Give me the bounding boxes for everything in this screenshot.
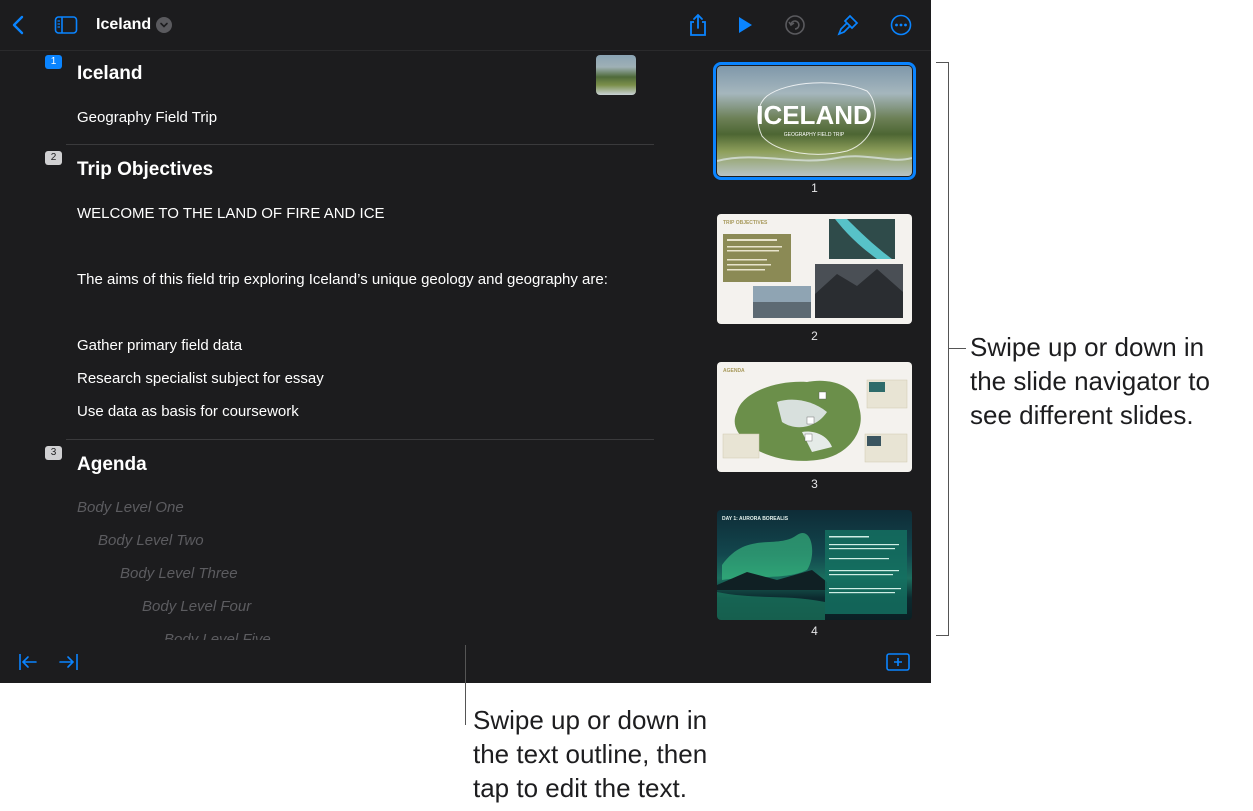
text-outline[interactable]: 1 Iceland Geography Field Trip 2 Trip Ob… [0,50,690,640]
slide-title[interactable]: Trip Objectives [77,159,213,181]
share-icon [690,13,706,36]
divider [66,144,654,145]
document-title[interactable]: Iceland [96,16,151,34]
body-text[interactable]: Geography Field Trip [77,109,217,126]
title-menu-button[interactable] [156,17,172,33]
slide-title[interactable]: Iceland [77,63,142,85]
slide-1-art: ICELAND GEOGRAPHY FIELD TRIP [717,82,912,162]
callout-line: see different slides. [970,400,1194,430]
slide-1-subtitle: GEOGRAPHY FIELD TRIP [784,132,845,138]
indent-icon [59,654,78,670]
slide-title[interactable]: Agenda [77,454,147,476]
body-text[interactable]: WELCOME TO THE LAND OF FIRE AND ICE [77,205,385,222]
body-text[interactable]: Research specialist subject for essay [77,370,324,387]
slide-2-art: TRIP OBJECTIVES [723,219,903,318]
play-icon [739,17,752,33]
sidebar-toggle-button[interactable] [51,10,81,40]
outdent-icon [19,654,37,670]
slide-2-title: TRIP OBJECTIVES [723,220,768,226]
share-button[interactable] [683,10,713,40]
outdent-button[interactable] [14,650,42,674]
undo-button[interactable] [780,10,810,40]
slide-number-badge[interactable]: 3 [45,446,62,460]
body-text[interactable]: The aims of this field trip exploring Ic… [77,271,608,288]
keynote-app-window: Iceland 1 Iceland Geography Field Trip 2 [0,0,931,683]
ellipsis-circle-icon [890,14,912,36]
body-text[interactable]: Use data as basis for coursework [77,403,299,420]
navigator-callout: Swipe up or down in the slide navigator … [970,330,1210,432]
callout-line: Swipe up or down in [970,332,1205,362]
slide-number-badge[interactable]: 2 [45,151,62,165]
callout-line: tap to edit the text. [473,773,687,803]
chevron-down-icon [160,22,168,28]
callout-line: the text outline, then [473,739,708,769]
slide-4-title: DAY 1: AURORA BOREALIS [722,516,789,522]
format-button[interactable] [833,10,863,40]
slide-thumbnail-2[interactable]: TRIP OBJECTIVES [717,214,912,324]
slide-label-3: 3 [811,477,818,491]
body-text[interactable]: Gather primary field data [77,337,242,354]
slide-3-art: AGENDA [722,368,908,463]
undo-icon [785,15,805,35]
add-slide-icon [886,653,910,671]
slide-number-badge[interactable]: 1 [45,55,62,69]
placeholder-text[interactable]: Body Level Five [164,631,271,640]
outline-callout: Swipe up or down in the text outline, th… [473,703,707,805]
sidebar-icon [54,16,78,34]
placeholder-text[interactable]: Body Level One [77,499,184,516]
indent-button[interactable] [55,650,83,674]
navigator-callout-bracket [936,62,949,636]
callout-line: the slide navigator to [970,366,1210,396]
slide-1-title: ICELAND [756,100,872,130]
paintbrush-icon [837,14,859,36]
back-button[interactable] [3,10,33,40]
slide-label-2: 2 [811,329,818,343]
toolbar: Iceland [0,0,931,51]
placeholder-text[interactable]: Body Level Three [120,565,238,582]
outline-callout-leader-line [465,645,466,725]
slide-3-title: AGENDA [723,368,745,374]
slide-thumbnail-4[interactable]: DAY 1: AURORA BOREALIS [717,510,912,620]
slide-thumbnail-3[interactable]: AGENDA [717,362,912,472]
chevron-left-icon [12,15,24,35]
slide-label-1: 1 [811,181,818,195]
more-button[interactable] [886,10,916,40]
callout-line: Swipe up or down in [473,705,708,735]
slide-image-thumbnail[interactable] [596,55,636,95]
placeholder-text[interactable]: Body Level Four [142,598,251,615]
placeholder-text[interactable]: Body Level Two [98,532,204,549]
slide-4-art: DAY 1: AURORA BOREALIS [717,516,907,620]
divider [66,439,654,440]
add-slide-button[interactable] [884,650,912,674]
slide-label-4: 4 [811,624,818,638]
callout-leader-line [948,348,966,349]
slide-thumbnail-1[interactable]: ICELAND GEOGRAPHY FIELD TRIP [713,62,916,180]
play-button[interactable] [730,10,760,40]
